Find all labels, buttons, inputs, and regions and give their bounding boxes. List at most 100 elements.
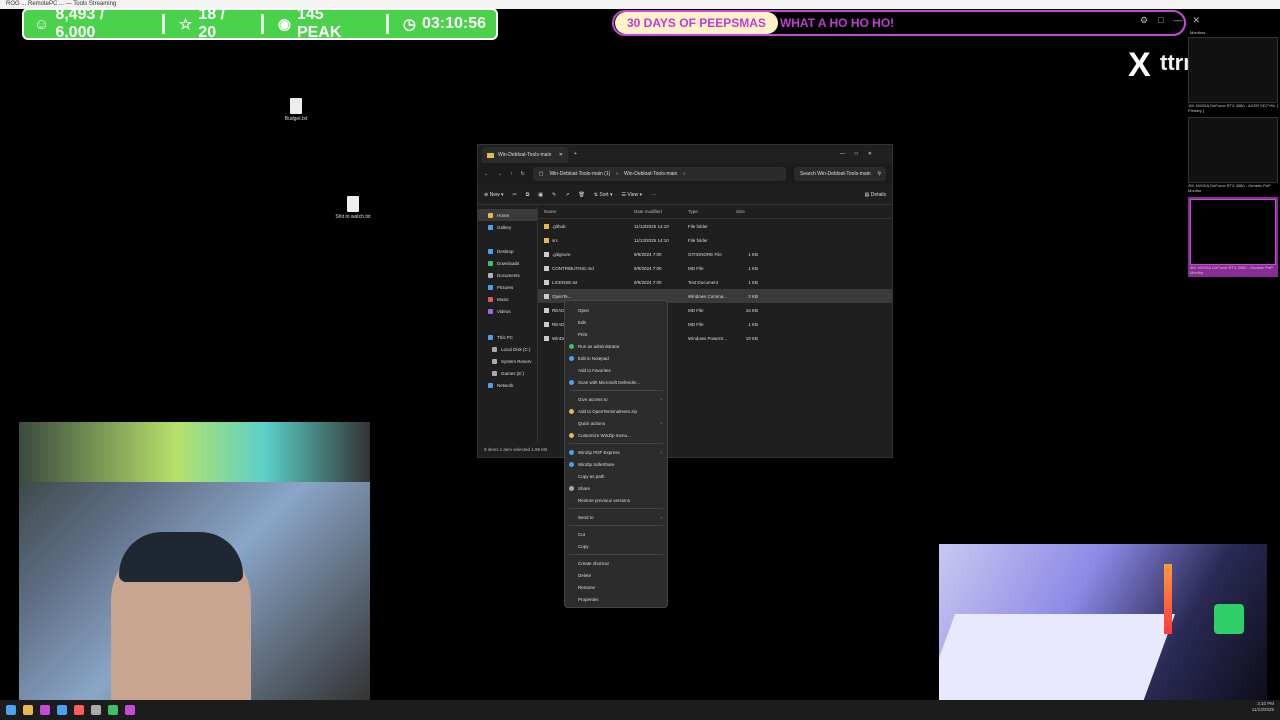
menu-item[interactable]: Copy — [565, 540, 667, 552]
nav-label: Documents — [497, 272, 520, 278]
column-name[interactable]: Name — [538, 209, 634, 214]
share-icon[interactable]: ↗ — [565, 192, 569, 198]
followers-count: 8,493 / 6,000 — [55, 6, 105, 41]
back-icon[interactable]: ← — [484, 171, 489, 177]
file-date: 11/13/2025 14:10 — [634, 237, 669, 243]
menu-item[interactable]: Quick actions › — [565, 417, 667, 429]
peak-viewers: 145 PEAK — [296, 6, 342, 41]
chevron-right-icon: › — [660, 396, 663, 402]
nav-item-system-reserved[interactable]: System Reserv — [478, 355, 537, 367]
menu-item[interactable]: Give access to › — [565, 393, 667, 405]
file-icon — [544, 265, 549, 271]
sort-button[interactable]: ⇅ Sort ▾ — [594, 192, 613, 198]
menu-item[interactable]: Properties — [565, 593, 667, 605]
menu-item[interactable]: Add to OpenTerminalHere.zip — [565, 405, 667, 417]
app-taskbar-icon[interactable] — [108, 705, 118, 715]
menu-item[interactable]: Copy as path — [565, 470, 667, 482]
breadcrumb-item[interactable]: Win-Debloat-Tools-main (1) — [549, 171, 610, 177]
table-row[interactable]: LICENSE.txt 9/9/2024 7:00 Text Document 1 K… — [538, 275, 892, 289]
up-icon[interactable]: ↑ — [510, 171, 513, 177]
address-bar[interactable]: ▢ Win-Debloat-Tools-main (1) › Win-Deblo… — [532, 167, 786, 181]
new-tab-icon[interactable]: + — [574, 151, 577, 157]
menu-item[interactable]: Restore previous versions — [565, 494, 667, 506]
app-taskbar-icon[interactable] — [57, 705, 67, 715]
column-type[interactable]: Type — [688, 209, 736, 214]
search-input[interactable]: Search Win-Debloat-Tools-main ⚲ — [794, 167, 886, 181]
menu-item[interactable]: Delete — [565, 569, 667, 581]
nav-item-music[interactable]: Music — [478, 293, 537, 305]
settings-icon[interactable]: ⚙ — [1140, 15, 1148, 26]
app-taskbar-icon[interactable] — [91, 705, 101, 715]
nav-item-downloads[interactable]: Downloads — [478, 257, 537, 269]
menu-item[interactable]: Run as administrator — [565, 340, 667, 352]
start-icon[interactable] — [6, 705, 16, 715]
desktop-icon-budget[interactable]: Budget.txt — [276, 98, 316, 122]
menu-item[interactable]: Print — [565, 328, 667, 340]
column-size[interactable]: Size — [736, 209, 758, 214]
nav-item-gallery[interactable]: Gallery — [478, 221, 537, 233]
forward-icon[interactable]: → — [497, 171, 502, 177]
monitor-3[interactable]: 3M: NVIDIA GeForce RTX 3080 - Generic Pn… — [1188, 197, 1278, 277]
nav-item-documents[interactable]: Documents — [478, 269, 537, 281]
nav-item-network[interactable]: Network — [478, 379, 537, 391]
table-row[interactable]: .gitignore 9/9/2024 7:00 GITIGNORE File 1 K… — [538, 247, 892, 261]
menu-item[interactable]: WinZip SafeShare — [565, 458, 667, 470]
nav-item-this-pc[interactable]: This PC — [478, 331, 537, 343]
minimize-icon[interactable]: — — [1174, 15, 1183, 26]
nav-item-pictures[interactable]: Pictures — [478, 281, 537, 293]
menu-item[interactable]: Edit — [565, 316, 667, 328]
menu-item[interactable]: Customize WinZip menu... — [565, 429, 667, 441]
nav-item-c-drive[interactable]: Local Disk (C:) — [478, 343, 537, 355]
monitor-2[interactable]: 2M: NVIDIA GeForce RTX 3080 - Generic Pn… — [1188, 117, 1278, 193]
menu-item-label: Rename — [578, 584, 596, 590]
nav-item-videos[interactable]: Videos — [478, 305, 537, 317]
close-icon[interactable]: ✕ — [1193, 15, 1201, 26]
window-icon[interactable]: □ — [1158, 15, 1163, 26]
explorer-taskbar-icon[interactable] — [23, 705, 33, 715]
menu-item[interactable]: Cut — [565, 528, 667, 540]
nav-item-home[interactable]: Home — [478, 209, 537, 221]
more-icon[interactable]: ⋯ — [651, 192, 656, 198]
menu-item[interactable]: Add to Favorites — [565, 364, 667, 376]
menu-item[interactable]: Open — [565, 304, 667, 316]
menu-item-label: Run as administrator — [578, 343, 620, 349]
refresh-icon[interactable]: ↻ — [521, 171, 525, 177]
nav-item-desktop[interactable]: Desktop — [478, 245, 537, 257]
details-button[interactable]: ▤ Details — [865, 192, 886, 198]
view-button[interactable]: ☰ View ▾ — [621, 192, 642, 198]
monitor-1[interactable]: 1M: NVIDIA GeForce RTX 3080 - ACER SD7YH… — [1188, 37, 1278, 113]
chevron-right-icon: › — [660, 449, 663, 455]
menu-item[interactable]: Scan with Microsoft Defender... — [565, 376, 667, 388]
close-tab-icon[interactable]: ✕ — [559, 152, 563, 158]
nav-item-games[interactable]: Games (E:) — [478, 367, 537, 379]
menu-item[interactable]: WinZip PDF Express › — [565, 446, 667, 458]
app-taskbar-icon[interactable] — [74, 705, 84, 715]
app-taskbar-icon[interactable] — [125, 705, 135, 715]
menu-item[interactable]: Send to › — [565, 511, 667, 523]
new-button[interactable]: ⊕ New ▾ — [484, 192, 504, 198]
explorer-tab[interactable]: Win-Debloat-Tools-main ✕ — [482, 147, 568, 163]
app-taskbar-icon[interactable] — [40, 705, 50, 715]
menu-item[interactable]: Create shortcut — [565, 557, 667, 569]
banner-pill: 30 DAYS OF PEEPSMAS — [615, 12, 778, 34]
copy-icon[interactable]: ⧉ — [526, 192, 530, 198]
table-row[interactable]: .github 11/13/2025 14:10 File folder — [538, 219, 892, 233]
desktop-icon-watch[interactable]: Shit to watch.txt — [333, 196, 373, 220]
column-date[interactable]: Date modified — [634, 209, 688, 214]
cut-icon[interactable]: ✂ — [513, 192, 517, 198]
menu-item[interactable]: Share — [565, 482, 667, 494]
delete-icon[interactable]: 🗑 — [578, 192, 584, 198]
window-controls[interactable]: —□✕ — [840, 151, 882, 157]
paste-icon[interactable]: ▣ — [538, 192, 543, 198]
file-type: GITIGNORE File — [688, 251, 722, 257]
file-type: File folder — [688, 237, 708, 243]
star-icon: ☆ — [178, 16, 193, 33]
file-icon — [544, 251, 549, 257]
system-clock[interactable]: 3:10 PM 11/13/2025 — [1252, 701, 1274, 713]
menu-item[interactable]: Rename — [565, 581, 667, 593]
menu-item[interactable]: Edit in Notepad — [565, 352, 667, 364]
table-row[interactable]: src 11/13/2025 14:10 File folder — [538, 233, 892, 247]
table-row[interactable]: CONTRIBUTING.md 9/9/2024 7:00 MD File 1 KB — [538, 261, 892, 275]
breadcrumb-item[interactable]: Win-Debloat-Tools-main — [624, 171, 677, 177]
rename-icon[interactable]: ✎ — [552, 192, 556, 198]
